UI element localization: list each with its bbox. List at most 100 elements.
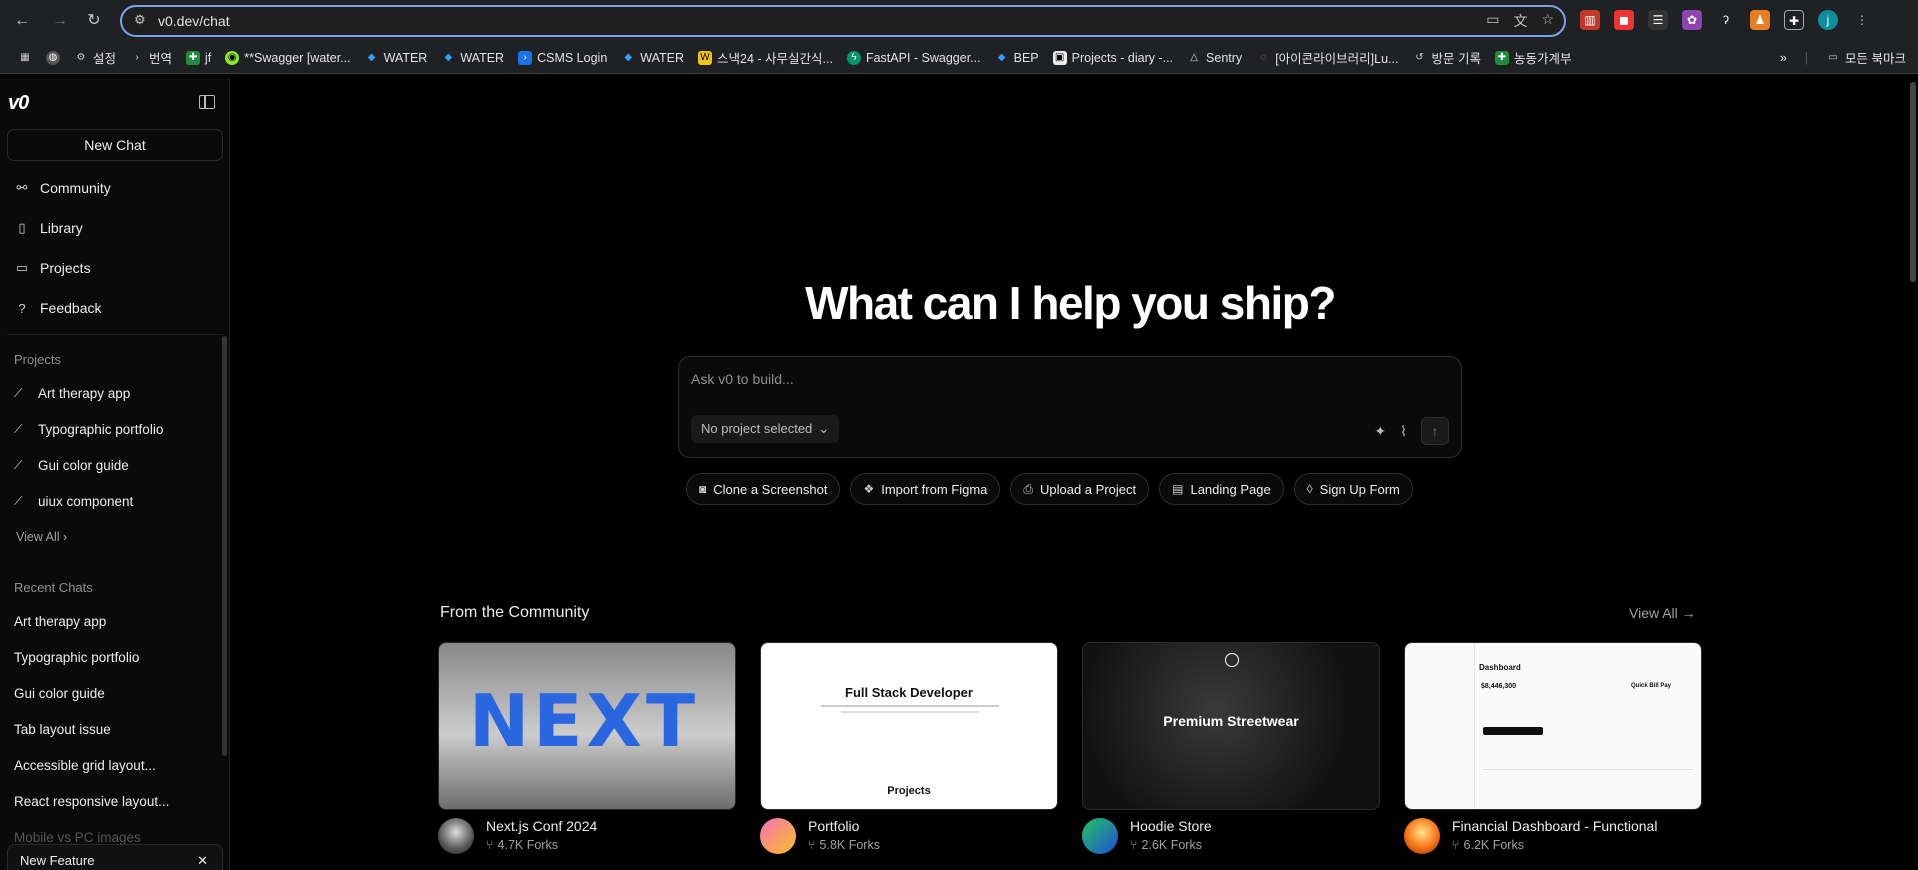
bookmarks-overflow-button[interactable]: » xyxy=(1780,51,1787,65)
extension-icon[interactable]: ʔ xyxy=(1716,10,1736,30)
terminal-icon: › xyxy=(518,50,533,65)
extension-icon[interactable]: ▥ xyxy=(1580,10,1600,30)
bookmark-item[interactable]: ◆ WATER xyxy=(621,51,684,65)
avatar xyxy=(438,818,474,854)
bookmark-item[interactable]: ◉ **Swagger [water... xyxy=(225,50,351,65)
extension-icon[interactable]: ☰ xyxy=(1648,10,1668,30)
sidebar-item-projects[interactable]: ▭ Projects xyxy=(14,260,91,276)
project-item[interactable]: ⟋ Art therapy app xyxy=(14,386,130,401)
install-app-icon[interactable]: ▭ xyxy=(1486,11,1499,31)
bookmark-item[interactable]: W 스낵24 - 사무실간식... xyxy=(698,48,833,67)
thumbnail-button xyxy=(1483,727,1543,735)
bookmark-item[interactable]: ◌ [아이콘라이브러리]Lu... xyxy=(1256,48,1398,67)
wand-icon: ⟋ xyxy=(14,494,23,508)
avatar xyxy=(1404,818,1440,854)
recent-chat-item[interactable]: Gui color guide xyxy=(14,686,105,701)
sidebar-item-community[interactable]: ⚯ Community xyxy=(14,180,111,196)
project-select[interactable]: No project selected ⌄ xyxy=(691,415,840,443)
card-thumbnail[interactable]: NEXT xyxy=(438,642,736,810)
chip-upload-project[interactable]: ⎙ Upload a Project xyxy=(1010,473,1150,505)
profile-avatar[interactable]: j xyxy=(1818,10,1838,30)
card-title: Financial Dashboard - Functional xyxy=(1452,818,1658,834)
project-item[interactable]: ⟋ uiux component xyxy=(14,494,133,509)
site-settings-icon[interactable]: ⚙ xyxy=(134,12,146,28)
bookmark-item[interactable]: ◍ xyxy=(46,50,60,65)
sentry-icon: △ xyxy=(1190,51,1198,63)
v0-logo[interactable]: v0 xyxy=(8,92,29,115)
thumbnail-line xyxy=(821,705,999,707)
sidebar-item-library[interactable]: ▯ Library xyxy=(14,220,82,236)
project-item[interactable]: ⟋ Typographic portfolio xyxy=(14,422,163,437)
bookmark-star-icon[interactable]: ☆ xyxy=(1541,11,1554,31)
recent-chat-item[interactable]: Typographic portfolio xyxy=(14,650,139,665)
back-icon[interactable]: ← xyxy=(10,9,34,33)
thumbnail-subtext: Quick Bill Pay xyxy=(1631,683,1672,689)
sidebar-toggle-icon[interactable] xyxy=(199,95,215,109)
bookmark-item[interactable]: › CSMS Login xyxy=(518,50,607,65)
camera-icon: ◙ xyxy=(699,482,707,496)
attach-icon[interactable]: ⌇ xyxy=(1400,423,1407,440)
send-button[interactable]: ↑ xyxy=(1421,417,1449,445)
extension-icon[interactable]: ◼ xyxy=(1614,10,1634,30)
thumbnail-text: Dashboard xyxy=(1479,663,1521,672)
bookmark-item[interactable]: ✚ jf xyxy=(186,50,211,65)
apps-button[interactable]: ▦ xyxy=(18,51,32,65)
projects-view-all-link[interactable]: View All › xyxy=(16,530,67,544)
gear-icon: ⚙ xyxy=(76,51,86,63)
card-thumbnail[interactable]: Premium Streetwear xyxy=(1082,642,1380,810)
extensions-puzzle-icon[interactable]: ✚ xyxy=(1784,10,1804,30)
bookmark-item[interactable]: ◆ WATER xyxy=(365,51,428,65)
new-chat-button[interactable]: New Chat xyxy=(7,129,223,161)
bookmark-item[interactable]: ◆ BEP xyxy=(995,51,1039,65)
url-text[interactable]: v0.dev/chat xyxy=(158,13,230,29)
close-icon[interactable]: ✕ xyxy=(197,853,208,869)
library-icon: ▯ xyxy=(18,220,26,235)
prompt-input[interactable] xyxy=(691,367,1291,391)
bookmark-item[interactable]: › 번역 xyxy=(130,48,172,67)
projects-section-label: Projects xyxy=(14,352,61,367)
chip-sign-up-form[interactable]: ◊ Sign Up Form xyxy=(1293,473,1413,505)
recent-chat-item[interactable]: Tab layout issue xyxy=(14,722,111,737)
bookmark-item[interactable]: ϟ FastAPI - Swagger... xyxy=(846,50,981,65)
new-feature-card[interactable]: New Feature ✕ xyxy=(7,844,223,870)
chip-import-figma[interactable]: ❖ Import from Figma xyxy=(850,473,1001,505)
recent-chat-item[interactable]: Accessible grid layout... xyxy=(14,758,156,773)
card-forks: ⑂ 6.2K Forks xyxy=(1452,838,1524,852)
bookmark-item[interactable]: ◆ WATER xyxy=(441,51,504,65)
extension-icon[interactable]: ✿ xyxy=(1682,10,1702,30)
chevron-right-icon: › xyxy=(63,530,68,544)
prompt-box[interactable]: No project selected ⌄ ✦ ⌇ ↑ xyxy=(678,356,1462,458)
fastapi-icon: ϟ xyxy=(846,50,861,65)
main-scrollbar[interactable] xyxy=(1910,82,1916,282)
chip-landing-page[interactable]: ▤ Landing Page xyxy=(1159,473,1284,505)
reload-icon[interactable]: ↻ xyxy=(82,9,106,33)
all-bookmarks-button[interactable]: ▭ 모든 북마크 xyxy=(1826,48,1906,67)
translate-icon[interactable]: 文 xyxy=(1513,11,1527,31)
recent-chat-item[interactable]: Art therapy app xyxy=(14,614,106,629)
enhance-prompt-icon[interactable]: ✦ xyxy=(1374,423,1386,440)
card-title: Hoodie Store xyxy=(1130,818,1212,834)
bookmark-item[interactable]: ⚙ 설정 xyxy=(74,48,117,67)
forward-icon[interactable]: → xyxy=(48,9,72,33)
extension-icon[interactable]: ♟ xyxy=(1750,10,1770,30)
card-title: Portfolio xyxy=(808,818,860,834)
bookmark-item[interactable]: ▣ Projects - diary -... xyxy=(1052,50,1173,65)
sidebar-scrollbar[interactable] xyxy=(222,336,227,756)
bookmark-item[interactable]: △ Sentry xyxy=(1187,51,1242,65)
menu-kebab-icon[interactable]: ⋮ xyxy=(1852,10,1872,30)
sidebar-item-feedback[interactable]: ? Feedback xyxy=(14,300,101,316)
address-bar[interactable]: ⚙ v0.dev/chat ▭ 文 ☆ xyxy=(120,5,1566,37)
figma-icon: ❖ xyxy=(863,482,875,496)
recent-chat-item[interactable]: Mobile vs PC images xyxy=(14,830,141,845)
chip-clone-screenshot[interactable]: ◙ Clone a Screenshot xyxy=(686,473,841,505)
layout-icon: ▤ xyxy=(1172,482,1184,496)
bookmark-item[interactable]: ✚ 농동가계부 xyxy=(1494,48,1571,67)
project-item[interactable]: ⟋ Gui color guide xyxy=(14,458,129,473)
card-thumbnail[interactable]: Full Stack Developer Projects xyxy=(760,642,1058,810)
translate-icon: › xyxy=(135,51,139,63)
community-view-all-link[interactable]: View All → xyxy=(1629,605,1696,621)
sidebar: v0 New Chat ⚯ Community ▯ Library ▭ Project… xyxy=(0,78,230,870)
bookmark-item[interactable]: ↺ 방문 기록 xyxy=(1412,48,1481,67)
recent-chat-item[interactable]: React responsive layout... xyxy=(14,794,169,809)
card-thumbnail[interactable]: Dashboard $8,446,300 Quick Bill Pay xyxy=(1404,642,1702,810)
